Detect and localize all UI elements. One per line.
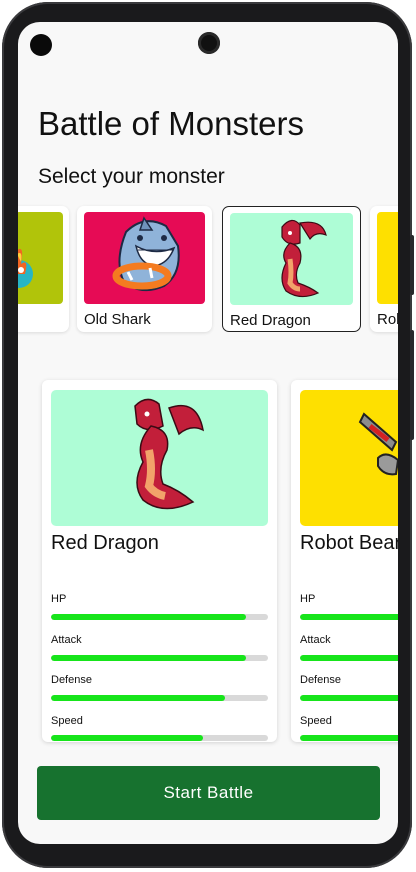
- monster-stats-card[interactable]: Robot Bear HP Attack Defense Speed: [291, 380, 398, 742]
- camera-dot-icon: [30, 34, 52, 56]
- hp-bar-fill: [300, 614, 398, 620]
- defense-bar: [300, 695, 398, 701]
- robot-bear-icon: [358, 412, 398, 476]
- dragon-green-icon: [18, 249, 33, 288]
- stat-label-defense: Defense: [51, 674, 92, 686]
- stat-label-attack: Attack: [300, 634, 331, 646]
- monster-select-card[interactable]: Rob: [370, 206, 398, 332]
- red-dragon-icon: [134, 398, 205, 510]
- stat-label-hp: HP: [51, 593, 67, 605]
- attack-bar-fill: [51, 655, 247, 661]
- page-title: Battle of Monsters: [38, 105, 304, 142]
- monster-image: [300, 390, 398, 526]
- defense-bar-fill: [300, 695, 398, 701]
- stat-label-speed: Speed: [300, 715, 332, 727]
- select-card-name: Red Dragon: [230, 312, 311, 329]
- hp-bar-fill: [51, 614, 247, 620]
- defense-bar-fill: [51, 695, 225, 701]
- select-card-name: Rob: [377, 311, 398, 328]
- shark-icon: [112, 216, 180, 292]
- defense-bar: [51, 695, 268, 701]
- speed-bar: [51, 735, 268, 741]
- attack-bar: [51, 655, 268, 661]
- monster-select-card[interactable]: Old Shark: [77, 206, 212, 332]
- red-dragon-icon: [281, 219, 327, 298]
- monster-select-card-selected[interactable]: Red Dragon: [222, 206, 361, 332]
- power-button: [410, 235, 414, 295]
- speed-bar-fill: [300, 735, 398, 741]
- app-screen: Battle of Monsters Select your monster n: [18, 22, 398, 844]
- hp-bar: [51, 614, 268, 620]
- page-subtitle: Select your monster: [38, 165, 225, 188]
- select-card-image: [230, 213, 353, 305]
- front-camera-icon: [198, 32, 220, 54]
- stat-label-hp: HP: [300, 593, 316, 605]
- stat-label-speed: Speed: [51, 715, 83, 727]
- select-card-image: [18, 212, 63, 304]
- speed-bar-fill: [51, 735, 203, 741]
- monster-select-card[interactable]: n: [18, 206, 69, 332]
- hp-bar: [300, 614, 398, 620]
- select-card-image: [377, 212, 398, 304]
- attack-bar: [300, 655, 398, 661]
- select-card-image: [84, 212, 205, 304]
- select-card-name: Old Shark: [84, 311, 151, 328]
- monster-name: Robot Bear: [300, 532, 398, 554]
- speed-bar: [300, 735, 398, 741]
- attack-bar-fill: [300, 655, 398, 661]
- volume-button: [410, 330, 414, 440]
- start-battle-button[interactable]: Start Battle: [37, 766, 380, 820]
- stat-label-attack: Attack: [51, 634, 82, 646]
- monster-image: [51, 390, 268, 526]
- robot-icon: [377, 212, 398, 304]
- monster-name: Red Dragon: [51, 532, 159, 554]
- stat-label-defense: Defense: [300, 674, 341, 686]
- monster-stats-card[interactable]: Red Dragon HP Attack Defense Speed: [42, 380, 277, 742]
